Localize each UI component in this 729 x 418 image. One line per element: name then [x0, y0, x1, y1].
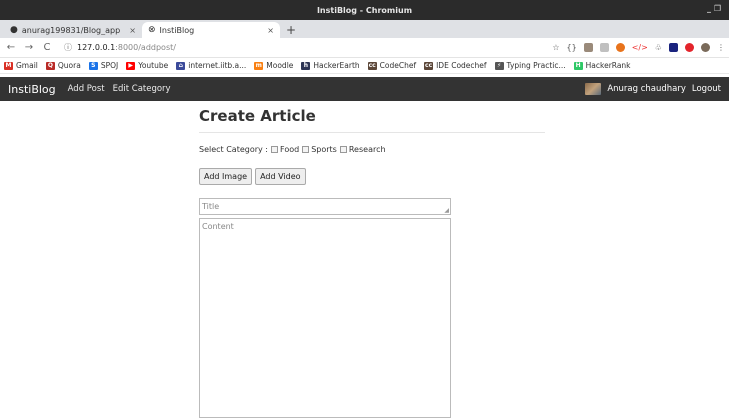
nav-user-area: Anurag chaudhary Logout	[585, 83, 721, 95]
menu-icon[interactable]: ⋮	[717, 43, 725, 52]
bookmark-item[interactable]: cc CodeChef	[367, 61, 417, 70]
bookmark-favicon-icon: ⌂	[176, 61, 186, 70]
bookmark-favicon-icon: M	[4, 61, 13, 70]
extensions-bar: ☆ {} </> ♧ ⋮	[552, 43, 725, 52]
bookmark-item[interactable]: S SPOJ	[88, 61, 119, 70]
media-buttons: Add Image Add Video	[199, 168, 545, 185]
bookmark-item[interactable]: ⌂ internet.iitb.a...	[176, 61, 246, 70]
bookmark-item[interactable]: cc IDE Codechef	[424, 61, 487, 70]
category-selector: Select Category : Food Sports Research	[199, 145, 545, 154]
github-icon: ●	[10, 25, 18, 35]
star-icon[interactable]: ☆	[552, 43, 559, 52]
bookmark-favicon-icon: Q	[45, 61, 55, 70]
extension-icon[interactable]	[583, 43, 593, 52]
category-label-sports: Sports	[311, 145, 337, 154]
profile-avatar-icon[interactable]	[701, 43, 710, 52]
extension-icon[interactable]	[615, 43, 625, 52]
info-icon[interactable]: ⓘ	[64, 42, 72, 53]
category-label: Select Category :	[199, 145, 269, 154]
tab-title: anurag199831/Blog_app	[21, 25, 121, 35]
address-bar[interactable]: ⓘ 127.0.0.1 :8000/addpost/	[64, 42, 552, 53]
tab-github[interactable]: ● anurag199831/Blog_app ×	[4, 22, 142, 38]
url-host: 127.0.0.1	[77, 43, 116, 52]
title-placeholder: Title	[202, 202, 220, 211]
window-title: InstiBlog - Chromium	[316, 5, 413, 15]
code-extension-icon[interactable]: </>	[632, 43, 648, 52]
bookmark-label: internet.iitb.a...	[188, 61, 247, 70]
bookmark-item[interactable]: H HackerRank	[573, 61, 631, 70]
add-image-button[interactable]: Add Image	[199, 168, 253, 185]
page-title: Create Article	[199, 107, 545, 133]
bookmark-item[interactable]: M Gmail	[4, 61, 38, 70]
shield-icon[interactable]	[599, 43, 609, 52]
bookmark-item[interactable]: ⚡ Typing Practic...	[494, 61, 566, 70]
bookmark-label: Typing Practic...	[506, 61, 566, 70]
globe-icon: ⊗	[148, 25, 156, 35]
avatar	[585, 83, 602, 95]
bookmark-favicon-icon: cc	[367, 61, 377, 70]
bookmark-item[interactable]: Q Quora	[45, 61, 81, 70]
bookmark-label: CodeChef	[379, 61, 417, 70]
bookmark-favicon-icon: S	[88, 61, 98, 70]
bookmark-item[interactable]: m Moodle	[254, 61, 293, 70]
extension-icon[interactable]	[669, 43, 678, 52]
category-checkbox-sports[interactable]	[302, 146, 310, 153]
window-controls[interactable]: _ ❐	[707, 4, 721, 13]
create-article-form: Create Article Select Category : Food Sp…	[199, 107, 545, 418]
bookmark-label: HackerEarth	[313, 61, 360, 70]
app-navbar: InstiBlog Add Post Edit Category Anurag …	[0, 77, 729, 101]
bookmarks-bar: M Gmail Q Quora S SPOJ ▶ Youtube ⌂ internet.iitb.…	[0, 58, 729, 74]
category-checkbox-research[interactable]	[339, 146, 347, 153]
close-icon[interactable]: ×	[267, 26, 274, 35]
content-textarea[interactable]: Content	[199, 218, 451, 418]
new-tab-button[interactable]: +	[286, 22, 296, 38]
nav-edit-category[interactable]: Edit Category	[113, 84, 171, 94]
category-label-food: Food	[280, 145, 300, 154]
brand-link[interactable]: InstiBlog	[8, 83, 56, 96]
forward-button[interactable]: →	[22, 42, 36, 53]
bookmark-label: Gmail	[16, 61, 38, 70]
bookmark-item[interactable]: h HackerEarth	[301, 61, 360, 70]
bookmark-favicon-icon: ▶	[126, 61, 136, 70]
category-checkbox-food[interactable]	[271, 146, 279, 153]
tab-strip: ● anurag199831/Blog_app × ⊗ InstiBlog × …	[0, 20, 729, 38]
title-input[interactable]: Title ◢	[199, 198, 451, 215]
extension-icon[interactable]: ♧	[655, 43, 662, 52]
bookmark-label: Quora	[57, 61, 81, 70]
bookmark-favicon-icon: H	[573, 61, 583, 70]
user-name[interactable]: Anurag chaudhary	[607, 84, 686, 94]
bookmark-label: Youtube	[138, 61, 169, 70]
logout-link[interactable]: Logout	[692, 84, 721, 94]
tab-instiblog[interactable]: ⊗ InstiBlog ×	[142, 22, 280, 38]
bookmark-label: HackerRank	[585, 61, 631, 70]
browser-toolbar: ← → C ⓘ 127.0.0.1 :8000/addpost/ ☆ {} </…	[0, 38, 729, 58]
bookmark-favicon-icon: cc	[424, 61, 434, 70]
bookmark-favicon-icon: h	[301, 61, 311, 70]
add-video-button[interactable]: Add Video	[255, 168, 306, 185]
bookmark-favicon-icon: ⚡	[494, 61, 504, 70]
resize-grip-icon[interactable]: ◢	[444, 207, 449, 214]
bookmark-label: Moodle	[266, 61, 294, 70]
adblock-icon[interactable]	[685, 43, 694, 52]
back-button[interactable]: ←	[4, 42, 18, 53]
window-titlebar: InstiBlog - Chromium _ ❐	[0, 0, 729, 20]
bookmark-item[interactable]: ▶ Youtube	[126, 61, 168, 70]
json-extension-icon[interactable]: {}	[567, 43, 577, 52]
tab-title: InstiBlog	[159, 25, 195, 35]
bookmark-label: IDE Codechef	[436, 61, 487, 70]
bookmark-label: SPOJ	[100, 61, 119, 70]
content-placeholder: Content	[202, 222, 234, 231]
category-label-research: Research	[348, 145, 386, 154]
url-path: :8000/addpost/	[115, 43, 176, 52]
close-icon[interactable]: ×	[129, 26, 136, 35]
nav-add-post[interactable]: Add Post	[68, 84, 105, 94]
bookmark-favicon-icon: m	[254, 61, 264, 70]
reload-button[interactable]: C	[40, 42, 54, 53]
